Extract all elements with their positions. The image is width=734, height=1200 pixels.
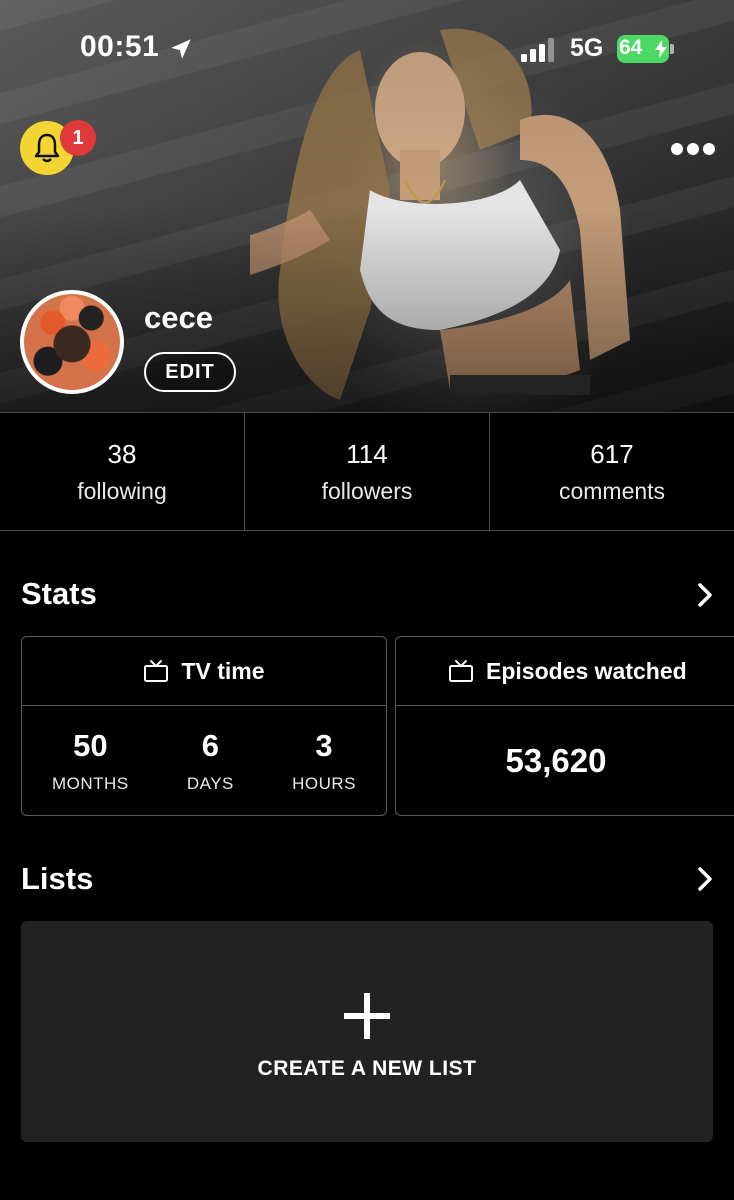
tv-icon: [449, 660, 473, 682]
tv-time-label: TV time: [181, 657, 265, 684]
tv-icon: [144, 660, 169, 682]
episodes-watched-card[interactable]: Episodes watched 53,620: [395, 636, 734, 816]
stats-chevron-right-icon[interactable]: [694, 580, 716, 610]
months-value: 50: [73, 728, 108, 763]
tv-time-header: TV time: [22, 637, 386, 706]
days-stat: 6 DAYS: [187, 707, 234, 815]
signal-bars-icon: [521, 38, 554, 62]
followers-count[interactable]: 114 followers: [245, 413, 490, 530]
lists-title[interactable]: Lists: [21, 861, 93, 897]
episodes-header: Episodes watched: [396, 637, 734, 706]
following-count[interactable]: 38 following: [0, 413, 245, 530]
edit-profile-button[interactable]: EDIT: [144, 352, 236, 392]
username: cece: [144, 300, 213, 335]
charging-bolt-icon: [655, 40, 667, 58]
days-value: 6: [201, 728, 219, 763]
months-label: MONTHS: [52, 774, 129, 793]
bell-icon: [34, 133, 60, 163]
hours-stat: 3 HOURS: [292, 707, 356, 815]
episodes-label: Episodes watched: [486, 657, 687, 684]
tv-time-breakdown: 50 MONTHS 6 DAYS 3 HOURS: [22, 707, 386, 815]
count-value: 114: [346, 438, 388, 469]
count-value: 38: [107, 438, 137, 469]
battery-level: 64: [619, 36, 643, 59]
tv-time-card[interactable]: TV time 50 MONTHS 6 DAYS 3 HOURS: [21, 636, 387, 816]
profile-counts: 38 following 114 followers 617 comments: [0, 412, 734, 531]
months-stat: 50 MONTHS: [52, 707, 129, 815]
avatar[interactable]: [20, 290, 124, 394]
count-value: 617: [590, 438, 634, 469]
hours-label: HOURS: [292, 774, 356, 793]
count-label: comments: [558, 477, 666, 504]
create-new-list-button[interactable]: CREATE A NEW LIST: [21, 921, 713, 1142]
battery-cap: [670, 44, 674, 54]
count-label: followers: [321, 477, 413, 504]
count-label: following: [77, 477, 167, 504]
more-dots-icon[interactable]: [668, 138, 718, 160]
episodes-value: 53,620: [505, 742, 607, 779]
plus-icon: [344, 992, 390, 1039]
lists-chevron-right-icon[interactable]: [694, 864, 716, 894]
comments-count[interactable]: 617 comments: [490, 413, 734, 530]
network-type: 5G: [570, 34, 604, 62]
battery-charging-icon: 64: [617, 35, 669, 63]
status-time: 00:51: [80, 30, 160, 63]
hours-value: 3: [315, 728, 333, 763]
notification-badge: 1: [60, 120, 96, 156]
location-arrow-icon: [171, 39, 191, 59]
stats-title[interactable]: Stats: [21, 576, 97, 612]
days-label: DAYS: [186, 774, 234, 793]
create-list-label: CREATE A NEW LIST: [257, 1056, 477, 1080]
